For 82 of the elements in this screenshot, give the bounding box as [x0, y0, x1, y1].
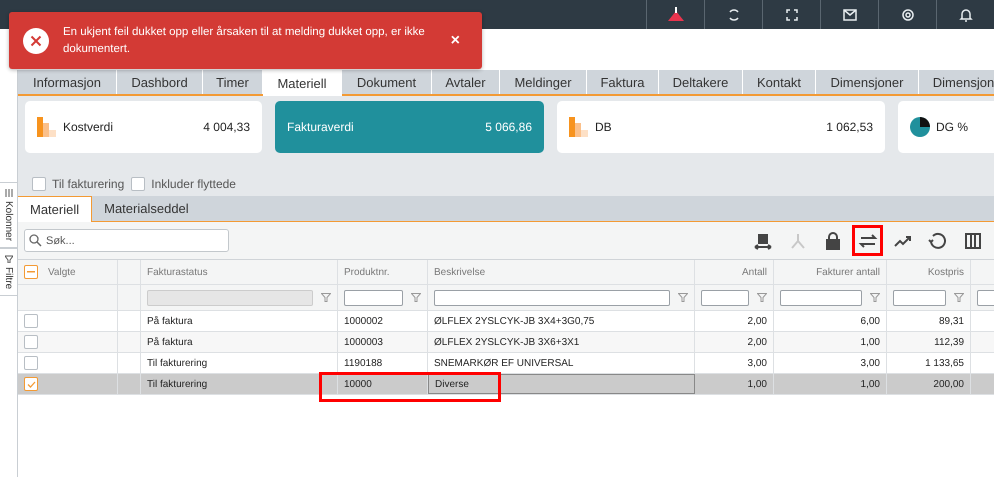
filter-field[interactable] — [344, 290, 403, 306]
table-cell: 89,31 — [938, 316, 964, 326]
notification-message: En ukjent feil dukket opp eller årsaken til at melding dukket opp, er ikke dokumentert. — [63, 24, 426, 56]
table-cell: 1,00 — [748, 378, 767, 390]
filter-icon[interactable] — [678, 293, 688, 302]
bar-chart-icon — [37, 117, 57, 137]
column-header[interactable]: Beskrivelse — [434, 266, 486, 278]
filter-icon[interactable] — [954, 293, 964, 302]
side-tab[interactable]: Filtre — [0, 248, 17, 296]
card-value: 4 004,33 — [203, 120, 250, 134]
table-cell: 2,00 — [748, 316, 767, 326]
side-tab[interactable]: Kolonner — [0, 182, 17, 248]
bell-icon — [958, 6, 974, 22]
tab[interactable]: Materialseddel — [92, 196, 201, 221]
card-label: DG % — [936, 120, 970, 134]
row-checkbox[interactable] — [24, 356, 38, 370]
triangle-icon — [666, 6, 684, 22]
column-header[interactable]: Kostpris — [928, 266, 964, 278]
table-cell: 3,00 — [748, 358, 767, 368]
row-checkbox[interactable] — [24, 335, 38, 349]
search-icon — [29, 234, 42, 247]
table-cell: 1000002 — [344, 316, 383, 326]
error-icon — [23, 28, 49, 54]
table-cell: 1190188 — [344, 358, 382, 368]
table-cell: 1 133,65 — [925, 358, 964, 368]
checkbox[interactable] — [32, 177, 46, 191]
table-cell: ØLFLEX 2YSLCYK-JB 3X6+3X1 — [434, 336, 580, 348]
table-cell: 2,00 — [748, 336, 767, 348]
filter-icon[interactable] — [870, 293, 880, 302]
table-cell: 6,00 — [860, 316, 880, 326]
tab[interactable]: Materiell — [263, 70, 342, 96]
bar-chart-icon — [569, 117, 589, 137]
columns-icon — [962, 230, 982, 250]
tab[interactable]: Materiell — [18, 196, 92, 222]
column-header[interactable]: Fakturastatus — [147, 266, 208, 278]
filter-icon[interactable] — [757, 293, 767, 302]
card-value: 1 062,53 — [826, 120, 873, 134]
table-cell: ØLFLEX 2YSLCYK-JB 3X4+3G0,75 — [434, 316, 594, 326]
dash-icon — [27, 271, 35, 273]
table-cell: 112,39 — [934, 336, 964, 348]
filter-icon — [4, 255, 12, 264]
table-cell: 1,00 — [860, 378, 880, 390]
settings-icon — [900, 6, 916, 22]
table-cell: 200,00 — [933, 378, 964, 390]
table-cell: På faktura — [147, 336, 193, 348]
swap-button[interactable] — [852, 225, 883, 256]
column-header[interactable]: Produktnr. — [344, 266, 390, 278]
checkbox-label: Til fakturering — [52, 177, 124, 191]
table-cell: Til fakturering — [147, 358, 208, 368]
select-all-checkbox[interactable] — [24, 265, 38, 279]
column-header[interactable]: Valgte — [48, 266, 76, 278]
filter-field[interactable] — [701, 290, 749, 306]
pie-chart-icon — [910, 117, 930, 137]
table-cell: På faktura — [147, 316, 193, 326]
filter-field[interactable] — [434, 290, 670, 306]
filter-icon[interactable] — [411, 293, 421, 302]
table-cell: Til fakturering — [147, 378, 208, 390]
card-label: Fakturaverdi — [287, 120, 355, 134]
filter-field[interactable] — [780, 290, 862, 306]
checkbox-label: Inkluder flyttede — [151, 177, 236, 191]
table-cell: 1,00 — [860, 336, 880, 348]
fullscreen-icon — [784, 6, 800, 22]
search-field[interactable]: Søk... — [24, 229, 229, 252]
table-cell: SNEMARKØR EF UNIVERSAL — [434, 358, 574, 368]
card-label: Kostverdi — [63, 120, 114, 134]
card-label: DB — [595, 120, 613, 134]
table-cell: Diverse — [435, 378, 469, 390]
filter-field[interactable] — [893, 290, 946, 306]
close-button[interactable]: × — [442, 32, 468, 50]
column-header[interactable]: Fakturer antall — [816, 266, 880, 278]
column-header[interactable]: Antall — [742, 266, 767, 278]
table-cell: 3,00 — [860, 358, 880, 368]
check-icon — [26, 380, 36, 388]
checkbox[interactable] — [131, 177, 146, 191]
card-value: 5 066,86 — [485, 120, 532, 134]
columns-icon — [4, 189, 12, 197]
row-checkbox[interactable] — [24, 314, 38, 328]
history-icon — [928, 230, 948, 250]
table-cell: 10000 — [344, 378, 372, 390]
table-cell: 1000003 — [344, 336, 383, 348]
mail-icon — [842, 6, 858, 22]
row-checkbox[interactable] — [24, 377, 38, 391]
